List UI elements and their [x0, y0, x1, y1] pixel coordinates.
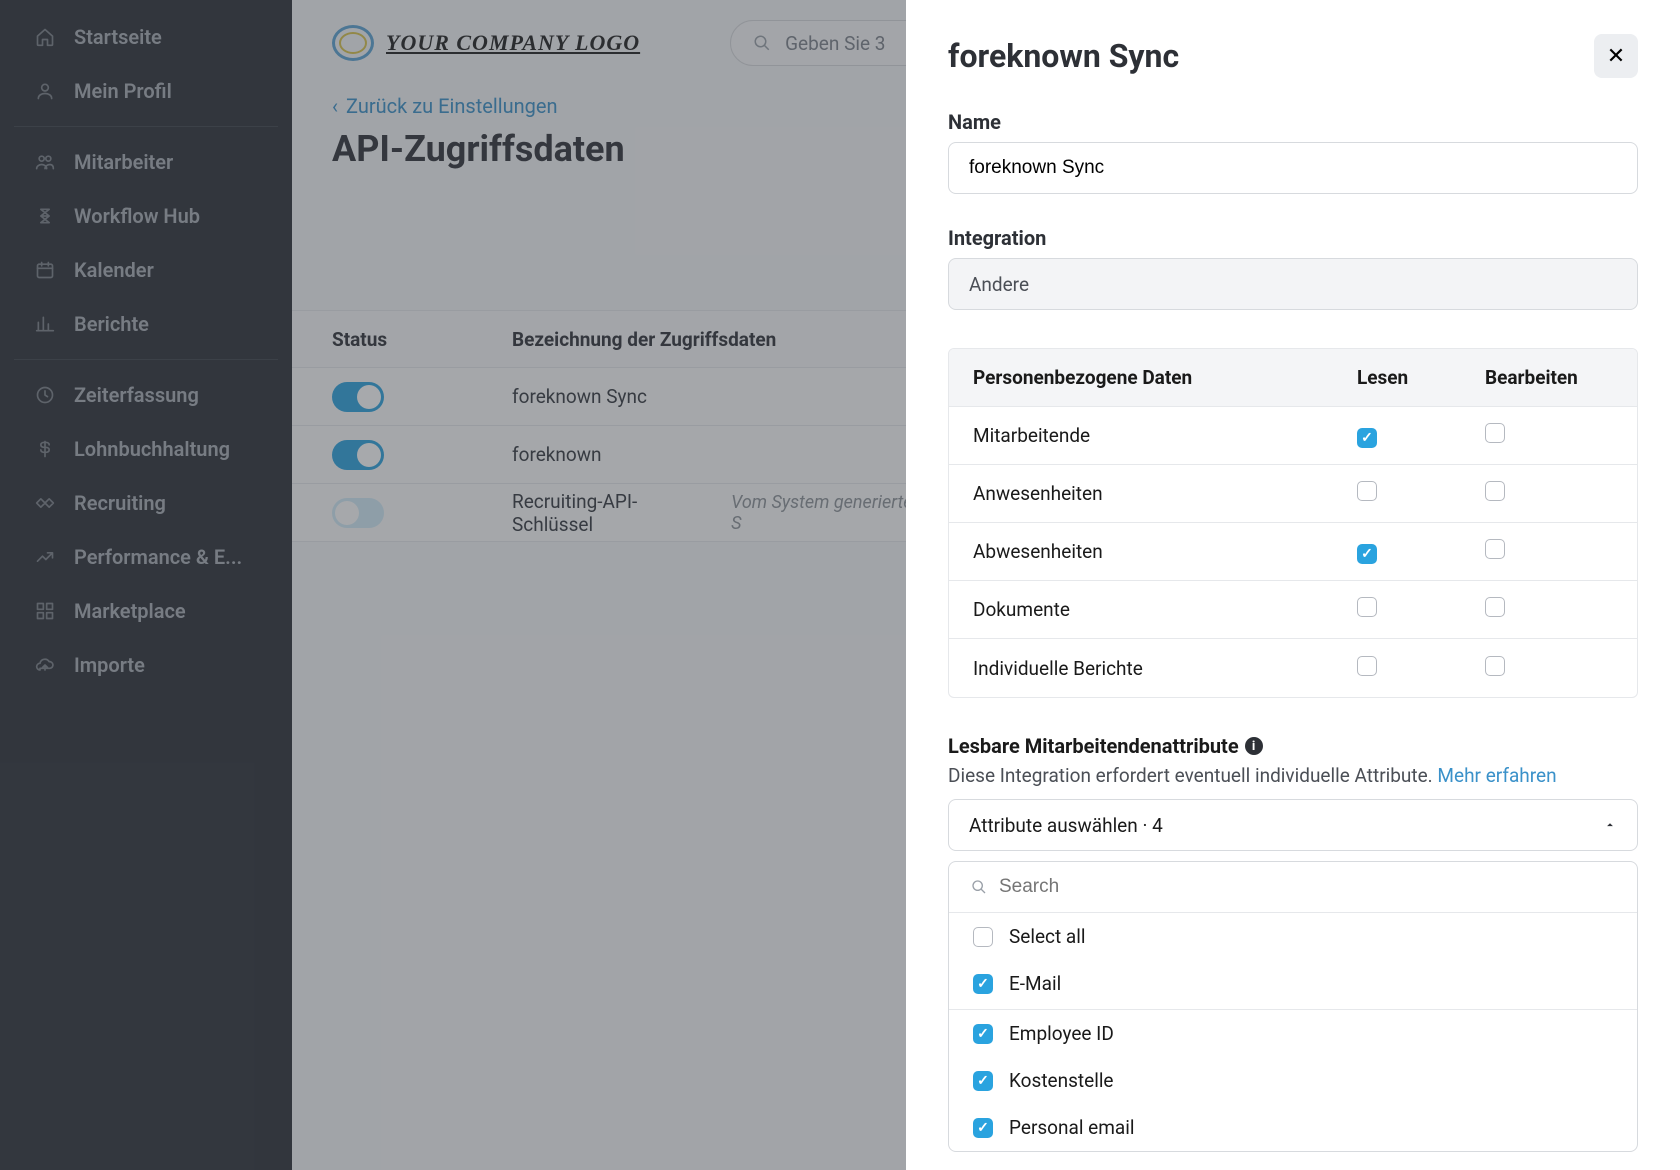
attribute-option[interactable]: E-Mail [949, 960, 1637, 1010]
permission-row: Abwesenheiten [949, 523, 1637, 581]
perm-label: Individuelle Berichte [973, 657, 1357, 680]
perm-label: Dokumente [973, 598, 1357, 621]
integration-value: Andere [948, 258, 1638, 310]
edit-checkbox[interactable] [1485, 597, 1505, 617]
close-button[interactable]: ✕ [1594, 34, 1638, 78]
edit-checkbox[interactable] [1485, 539, 1505, 559]
perm-label: Abwesenheiten [973, 540, 1357, 563]
select-all-label: Select all [1009, 925, 1086, 948]
read-checkbox[interactable] [1357, 597, 1377, 617]
option-checkbox[interactable] [973, 974, 993, 994]
option-label: Personal email [1009, 1116, 1135, 1139]
perm-col-read: Lesen [1357, 366, 1485, 389]
attribute-search-input[interactable] [999, 876, 1615, 898]
read-checkbox[interactable] [1357, 656, 1377, 676]
option-select-all[interactable]: Select all [949, 913, 1637, 960]
learn-more-link[interactable]: Mehr erfahren [1437, 764, 1556, 787]
checkbox-select-all[interactable] [973, 927, 993, 947]
perm-col-data: Personenbezogene Daten [973, 366, 1357, 389]
attributes-desc: Diese Integration erfordert eventuell in… [948, 764, 1437, 787]
option-label: E-Mail [1009, 972, 1061, 995]
name-label: Name [948, 110, 1638, 134]
option-checkbox[interactable] [973, 1024, 993, 1044]
attributes-select[interactable]: Attribute auswählen · 4 [948, 799, 1638, 851]
permission-row: Dokumente [949, 581, 1637, 639]
perm-col-edit: Bearbeiten [1485, 366, 1613, 389]
read-checkbox[interactable] [1357, 544, 1377, 564]
close-icon: ✕ [1607, 43, 1625, 69]
info-icon[interactable]: i [1245, 737, 1263, 755]
attribute-option[interactable]: Personal email [949, 1104, 1637, 1151]
attribute-option[interactable]: Kostenstelle [949, 1057, 1637, 1104]
chevron-up-icon [1603, 818, 1617, 832]
read-checkbox[interactable] [1357, 428, 1377, 448]
select-text: Attribute auswählen · 4 [969, 814, 1163, 837]
read-checkbox[interactable] [1357, 481, 1377, 501]
perm-label: Anwesenheiten [973, 482, 1357, 505]
detail-panel: foreknown Sync ✕ Name Integration Andere… [906, 0, 1680, 1170]
edit-checkbox[interactable] [1485, 481, 1505, 501]
permission-row: Individuelle Berichte [949, 639, 1637, 697]
attributes-dropdown: Select all E-Mail Employee ID Kostenstelle… [948, 861, 1638, 1152]
option-label: Employee ID [1009, 1022, 1114, 1045]
integration-label: Integration [948, 226, 1638, 250]
edit-checkbox[interactable] [1485, 423, 1505, 443]
attribute-option[interactable]: Employee ID [949, 1010, 1637, 1057]
permission-row: Anwesenheiten [949, 465, 1637, 523]
edit-checkbox[interactable] [1485, 656, 1505, 676]
panel-title: foreknown Sync [948, 37, 1179, 75]
option-checkbox[interactable] [973, 1071, 993, 1091]
permission-row: Mitarbeitende [949, 407, 1637, 465]
perm-label: Mitarbeitende [973, 424, 1357, 447]
option-checkbox[interactable] [973, 1118, 993, 1138]
attributes-section-label: Lesbare Mitarbeitendenattribute [948, 734, 1239, 758]
permissions-table: Personenbezogene Daten Lesen Bearbeiten … [948, 348, 1638, 698]
option-label: Kostenstelle [1009, 1069, 1114, 1092]
search-icon [971, 879, 987, 895]
name-input[interactable] [948, 142, 1638, 194]
